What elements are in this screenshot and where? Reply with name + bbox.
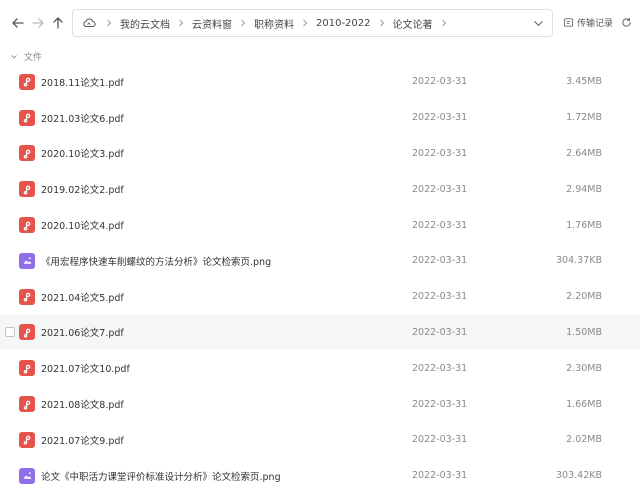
file-date: 2022-03-31 — [412, 291, 468, 303]
image-icon — [19, 252, 35, 269]
row-checkbox[interactable] — [5, 327, 15, 338]
section-label: 文件 — [24, 53, 43, 63]
file-date: 2022-03-31 — [412, 183, 468, 195]
file-name: 2021.04论文5.pdf — [41, 292, 124, 304]
file-date: 2022-03-31 — [412, 147, 468, 159]
file-name: 2021.08论文8.pdf — [41, 400, 124, 412]
forward-button[interactable] — [28, 13, 48, 33]
file-size: 1.50MB — [566, 326, 602, 338]
file-row[interactable]: 2019.02论文2.pdf 2022-03-31 2.94MB — [0, 171, 640, 207]
refresh-icon — [621, 17, 631, 27]
file-row[interactable]: 2020.10论文3.pdf 2022-03-31 2.64MB — [0, 136, 640, 172]
chevron-right-icon — [374, 19, 390, 27]
pdf-icon — [19, 324, 35, 341]
pdf-icon — [19, 288, 35, 305]
image-icon — [19, 467, 35, 484]
file-row[interactable]: 2021.08论文8.pdf 2022-03-31 1.66MB — [0, 386, 640, 422]
file-date: 2022-03-31 — [412, 434, 468, 446]
file-date: 2022-03-31 — [412, 362, 468, 374]
chevron-down-icon — [11, 54, 17, 59]
file-date: 2022-03-31 — [412, 112, 468, 124]
arrow-right-icon — [32, 18, 44, 28]
file-size: 2.30MB — [566, 362, 602, 374]
breadcrumb-item[interactable]: 职称资料 — [251, 16, 297, 31]
chevron-right-icon — [297, 19, 313, 27]
file-row[interactable]: 论文《中职活力课堂评价标准设计分析》论文检索页.png 2022-03-31 3… — [0, 458, 640, 494]
pdf-icon — [19, 431, 35, 448]
history-button[interactable]: 传输记录 — [563, 16, 613, 29]
breadcrumb-item[interactable]: 我的云文档 — [117, 16, 173, 31]
file-size: 303.42KB — [556, 470, 602, 482]
chevron-right-icon — [235, 19, 251, 27]
chevron-down-icon[interactable] — [532, 17, 544, 29]
file-name: 2021.07论文9.pdf — [41, 435, 124, 447]
file-date: 2022-03-31 — [412, 219, 468, 231]
refresh-button[interactable] — [620, 16, 632, 28]
file-name: 2021.06论文7.pdf — [41, 328, 124, 340]
file-row[interactable]: 2021.04论文5.pdf 2022-03-31 2.20MB — [0, 279, 640, 315]
file-date: 2022-03-31 — [412, 255, 468, 267]
pdf-icon — [19, 145, 35, 162]
file-row[interactable]: 2020.10论文4.pdf 2022-03-31 1.76MB — [0, 207, 640, 243]
section-header-files[interactable]: 文件 — [10, 50, 42, 63]
breadcrumb-item[interactable]: 云资料窗 — [189, 16, 235, 31]
pdf-icon — [19, 181, 35, 198]
file-date: 2022-03-31 — [412, 398, 468, 410]
pdf-icon — [19, 360, 35, 377]
file-size: 2.94MB — [566, 183, 602, 195]
file-name: 2021.07论文10.pdf — [41, 364, 130, 376]
file-list: 2018.11论文1.pdf 2022-03-31 3.45MB 2021.03… — [0, 64, 640, 494]
file-name: 2018.11论文1.pdf — [41, 77, 124, 89]
file-name: 2020.10论文3.pdf — [41, 149, 124, 161]
file-size: 304.37KB — [556, 255, 602, 267]
file-row[interactable]: 2021.07论文9.pdf 2022-03-31 2.02MB — [0, 422, 640, 458]
file-size: 1.76MB — [566, 219, 602, 231]
file-size: 3.45MB — [566, 76, 602, 88]
history-label: 传输记录 — [577, 19, 614, 29]
history-icon — [563, 18, 574, 27]
file-size: 2.64MB — [566, 147, 602, 159]
file-date: 2022-03-31 — [412, 76, 468, 88]
file-row[interactable]: 《用宏程序快速车削螺纹的方法分析》论文检索页.png 2022-03-31 30… — [0, 243, 640, 279]
file-size: 1.72MB — [566, 112, 602, 124]
arrow-left-icon — [12, 18, 24, 28]
cloud-icon — [81, 15, 97, 31]
pdf-icon — [19, 73, 35, 90]
pdf-icon — [19, 396, 35, 413]
file-name: 2021.03论文6.pdf — [41, 113, 124, 125]
up-button[interactable] — [48, 13, 68, 33]
file-date: 2022-03-31 — [412, 326, 468, 338]
file-row[interactable]: 2021.07论文10.pdf 2022-03-31 2.30MB — [0, 350, 640, 386]
pdf-icon — [19, 217, 35, 234]
arrow-up-icon — [53, 17, 63, 29]
file-name: 《用宏程序快速车削螺纹的方法分析》论文检索页.png — [41, 256, 272, 268]
file-row[interactable]: 2018.11论文1.pdf 2022-03-31 3.45MB — [0, 64, 640, 100]
pdf-icon — [19, 109, 35, 126]
file-size: 1.66MB — [566, 398, 602, 410]
chevron-right-icon — [436, 19, 452, 27]
file-size: 2.20MB — [566, 291, 602, 303]
address-bar[interactable]: 我的云文档 云资料窗 职称资料 2010-2022 论文论著 — [72, 9, 553, 37]
top-navigation-bar: 我的云文档 云资料窗 职称资料 2010-2022 论文论著 传输记录 — [0, 0, 640, 46]
file-name: 2019.02论文2.pdf — [41, 185, 124, 197]
chevron-right-icon — [173, 19, 189, 27]
file-name: 2020.10论文4.pdf — [41, 221, 124, 233]
back-button[interactable] — [8, 13, 28, 33]
file-name: 论文《中职活力课堂评价标准设计分析》论文检索页.png — [41, 471, 281, 483]
file-row[interactable]: 2021.03论文6.pdf 2022-03-31 1.72MB — [0, 100, 640, 136]
breadcrumb-item[interactable]: 2010-2022 — [313, 18, 374, 29]
breadcrumb-item-current[interactable]: 论文论著 — [390, 16, 436, 31]
file-row[interactable]: 2021.06论文7.pdf 2022-03-31 1.50MB — [0, 314, 640, 351]
chevron-right-icon — [101, 19, 117, 27]
file-date: 2022-03-31 — [412, 470, 468, 482]
file-size: 2.02MB — [566, 434, 602, 446]
